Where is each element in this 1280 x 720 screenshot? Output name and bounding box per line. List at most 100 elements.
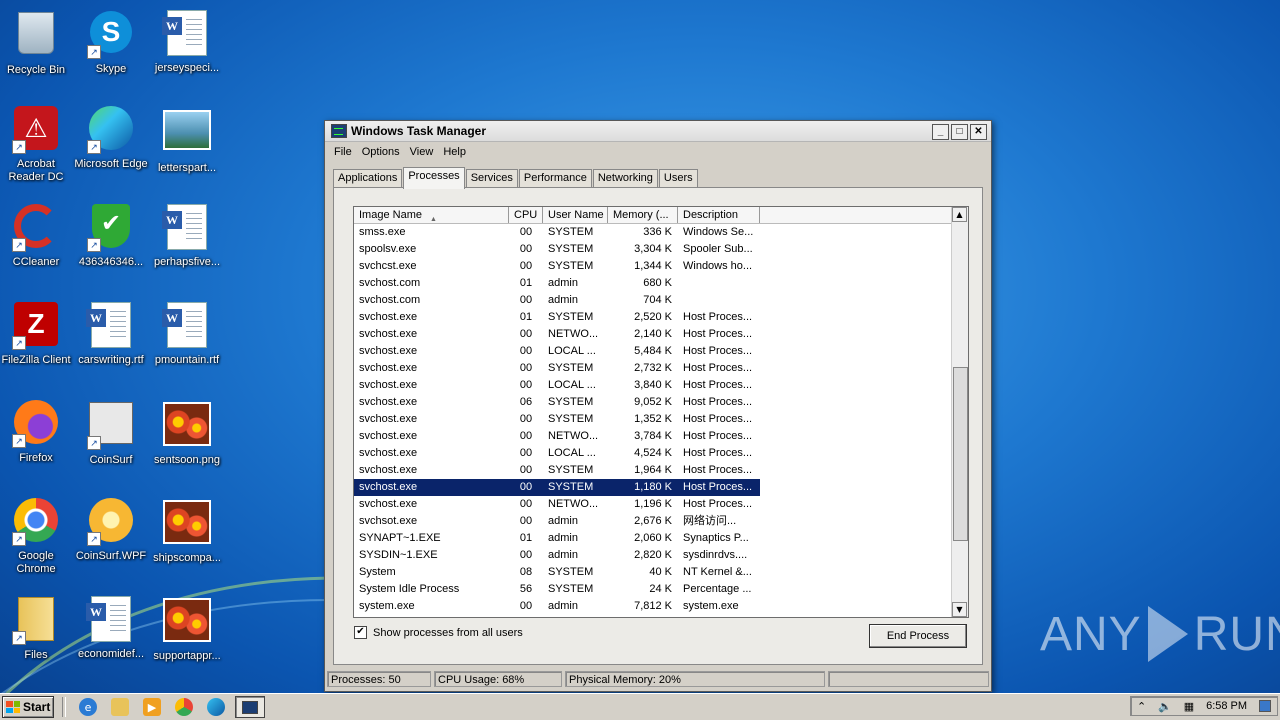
desktop-icon-skype[interactable]: S ↗ Skype: [73, 8, 149, 76]
title-bar[interactable]: Windows Task Manager _ □ ✕: [325, 121, 991, 142]
menu-file[interactable]: File: [329, 146, 357, 158]
cell-image-name: svchost.com: [359, 277, 421, 289]
tab-performance[interactable]: Performance: [518, 169, 592, 188]
table-row[interactable]: system.exe 00 admin 7,812 K system.exe: [354, 598, 952, 615]
chrome-icon[interactable]: [175, 698, 193, 716]
cell-memory: 1,180 K: [608, 479, 678, 496]
media-player-icon[interactable]: ▶: [143, 698, 161, 716]
desktop-icon-image-file[interactable]: shipscompa...: [149, 496, 225, 565]
column-user-name[interactable]: User Name: [543, 207, 608, 223]
status-cpu-usage: CPU Usage: 68%: [434, 671, 562, 687]
internet-explorer-icon[interactable]: e: [79, 698, 97, 716]
table-row[interactable]: svchost.exe 00 LOCAL ... 5,484 K Host Proces…: [354, 343, 952, 360]
table-row[interactable]: SYSDIN~1.EXE 00 admin 2,820 K sysdinrdvs....: [354, 547, 952, 564]
table-row[interactable]: svchost.exe 00 SYSTEM 1,964 K Host Proces...: [354, 462, 952, 479]
desktop-icon-ccleaner[interactable]: ↗ CCleaner: [0, 202, 74, 269]
table-row[interactable]: svchost.exe 00 SYSTEM 1,180 K Host Proces...: [354, 479, 952, 496]
close-button[interactable]: ✕: [970, 124, 987, 140]
menu-view[interactable]: View: [405, 146, 439, 158]
tab-services[interactable]: Services: [465, 169, 518, 188]
task-manager-taskbar-button[interactable]: [235, 696, 265, 718]
process-list[interactable]: Image Name ▲ CPU User Name Memory (... D…: [353, 206, 969, 618]
desktop-icon-filezilla[interactable]: Z ↗ FileZilla Client: [0, 300, 74, 367]
column-memory[interactable]: Memory (...: [608, 207, 678, 223]
table-row[interactable]: svchost.exe 06 SYSTEM 9,052 K Host Proces...: [354, 394, 952, 411]
cell-description: Percentage ...: [683, 583, 752, 595]
volume-icon[interactable]: 🔈: [1158, 700, 1172, 713]
desktop-icon-shield[interactable]: ✔ ↗ 436346346...: [73, 202, 149, 269]
word-document-icon: W: [162, 204, 211, 252]
table-row[interactable]: svchsot.exe 00 admin 2,676 K 网络访问...: [354, 513, 952, 530]
column-cpu[interactable]: CPU: [509, 207, 543, 223]
cell-user-name: admin: [548, 600, 578, 612]
show-all-users-option[interactable]: ✔ Show processes from all users: [354, 626, 523, 639]
tab-users[interactable]: Users: [658, 169, 698, 188]
table-row[interactable]: svchost.com 01 admin 680 K: [354, 275, 952, 292]
cell-user-name: SYSTEM: [543, 479, 608, 496]
cell-user-name: SYSTEM: [548, 311, 594, 323]
table-row[interactable]: svchost.exe 00 NETWO... 3,784 K Host Proces.…: [354, 428, 952, 445]
desktop-icon-word-document[interactable]: Wperhapsfive...: [149, 202, 225, 269]
clock[interactable]: 6:58 PM: [1206, 700, 1247, 712]
table-row[interactable]: SYNAPT~1.EXE 01 admin 2,060 K Synaptics P...: [354, 530, 952, 547]
column-image-name[interactable]: Image Name ▲: [354, 207, 509, 223]
desktop-icon-files-folder[interactable]: ↗ Files: [0, 594, 74, 662]
desktop-icon-word-document[interactable]: Wpmountain.rtf: [149, 300, 225, 367]
minimize-button[interactable]: _: [932, 124, 949, 140]
table-row[interactable]: spoolsv.exe 00 SYSTEM 3,304 K Spooler Sub...: [354, 241, 952, 258]
explorer-folder-icon[interactable]: [111, 698, 129, 716]
table-row[interactable]: svchcst.exe 00 SYSTEM 1,344 K Windows ho...: [354, 258, 952, 275]
table-row[interactable]: svchost.exe 00 NETWO... 1,196 K Host Proces.…: [354, 496, 952, 513]
table-row[interactable]: svchost.exe 00 LOCAL ... 4,524 K Host Proces…: [354, 445, 952, 462]
tray-expand-icon[interactable]: ⌃: [1137, 700, 1146, 713]
desktop-icon-word-document[interactable]: Wcarswriting.rtf: [73, 300, 149, 367]
desktop-icon-chrome[interactable]: ↗ Google Chrome: [0, 496, 74, 576]
desktop-icon-firefox[interactable]: ↗ Firefox: [0, 398, 74, 465]
desktop-icon-image-file[interactable]: letterspart...: [149, 104, 225, 175]
show-desktop-icon[interactable]: [1258, 700, 1271, 712]
desktop-icon-word-document[interactable]: Weconomidef...: [73, 594, 149, 661]
scroll-up-button[interactable]: ▲: [952, 207, 967, 222]
table-row[interactable]: System Idle Process 56 SYSTEM 24 K Percentag…: [354, 581, 952, 598]
edge-icon[interactable]: [207, 698, 225, 716]
ccleaner-icon: ↗: [12, 204, 60, 252]
start-button[interactable]: Start: [2, 696, 54, 718]
maximize-button[interactable]: □: [951, 124, 968, 140]
cell-image-name: svchost.exe: [359, 498, 418, 510]
tab-applications[interactable]: Applications: [333, 169, 403, 188]
cell-cpu: 00: [519, 447, 533, 459]
cell-cpu: 08: [519, 566, 533, 578]
table-row[interactable]: System 08 SYSTEM 40 K NT Kernel &...: [354, 564, 952, 581]
menu-options[interactable]: Options: [357, 146, 405, 158]
network-icon[interactable]: ▦: [1184, 700, 1194, 713]
menu-help[interactable]: Help: [438, 146, 471, 158]
tab-networking[interactable]: Networking: [592, 169, 658, 188]
scroll-down-button[interactable]: ▼: [952, 602, 967, 617]
desktop-icon-image-file[interactable]: sentsoon.png: [149, 398, 225, 467]
desktop-icon-coinsurf[interactable]: ↗ CoinSurf: [73, 398, 149, 467]
table-row[interactable]: svchost.exe 01 SYSTEM 2,520 K Host Proces...: [354, 309, 952, 326]
desktop-icon-image-file[interactable]: supportappr...: [149, 594, 225, 663]
column-description[interactable]: Description: [678, 207, 760, 223]
desktop-icon-edge[interactable]: ↗ Microsoft Edge: [73, 104, 149, 171]
show-all-users-checkbox[interactable]: ✔: [354, 626, 367, 639]
end-process-button[interactable]: End Process: [869, 624, 967, 648]
desktop-icon-coinsurf-wpf[interactable]: ↗ CoinSurf.WPF: [73, 496, 149, 563]
process-list-body: smss.exe 00 SYSTEM 336 K Windows Se... spools…: [354, 224, 952, 617]
cell-memory: 2,140 K: [634, 328, 672, 340]
scroll-thumb[interactable]: [953, 367, 968, 541]
tab-processes[interactable]: Processes: [403, 167, 465, 189]
table-row[interactable]: svchost.com 00 admin 704 K: [354, 292, 952, 309]
cell-cpu: 01: [519, 311, 533, 323]
table-row[interactable]: svchost.exe 00 NETWO... 2,140 K Host Proces.…: [354, 326, 952, 343]
desktop-icon-acrobat-reader[interactable]: ⚠ ↗ Acrobat Reader DC: [0, 104, 74, 184]
desktop-icon-word-document[interactable]: Wjerseyspeci...: [149, 8, 225, 75]
cell-description: Host Proces...: [683, 413, 753, 425]
cell-cpu: 00: [519, 600, 533, 612]
table-row[interactable]: svchost.exe 00 SYSTEM 2,732 K Host Proces...: [354, 360, 952, 377]
vertical-scrollbar[interactable]: ▲ ▼: [951, 207, 968, 617]
desktop-icon-recycle-bin[interactable]: Recycle Bin: [0, 8, 74, 77]
table-row[interactable]: svchost.exe 00 SYSTEM 1,352 K Host Proces...: [354, 411, 952, 428]
table-row[interactable]: svchost.exe 00 LOCAL ... 3,840 K Host Proces…: [354, 377, 952, 394]
table-row[interactable]: smss.exe 00 SYSTEM 336 K Windows Se...: [354, 224, 952, 241]
